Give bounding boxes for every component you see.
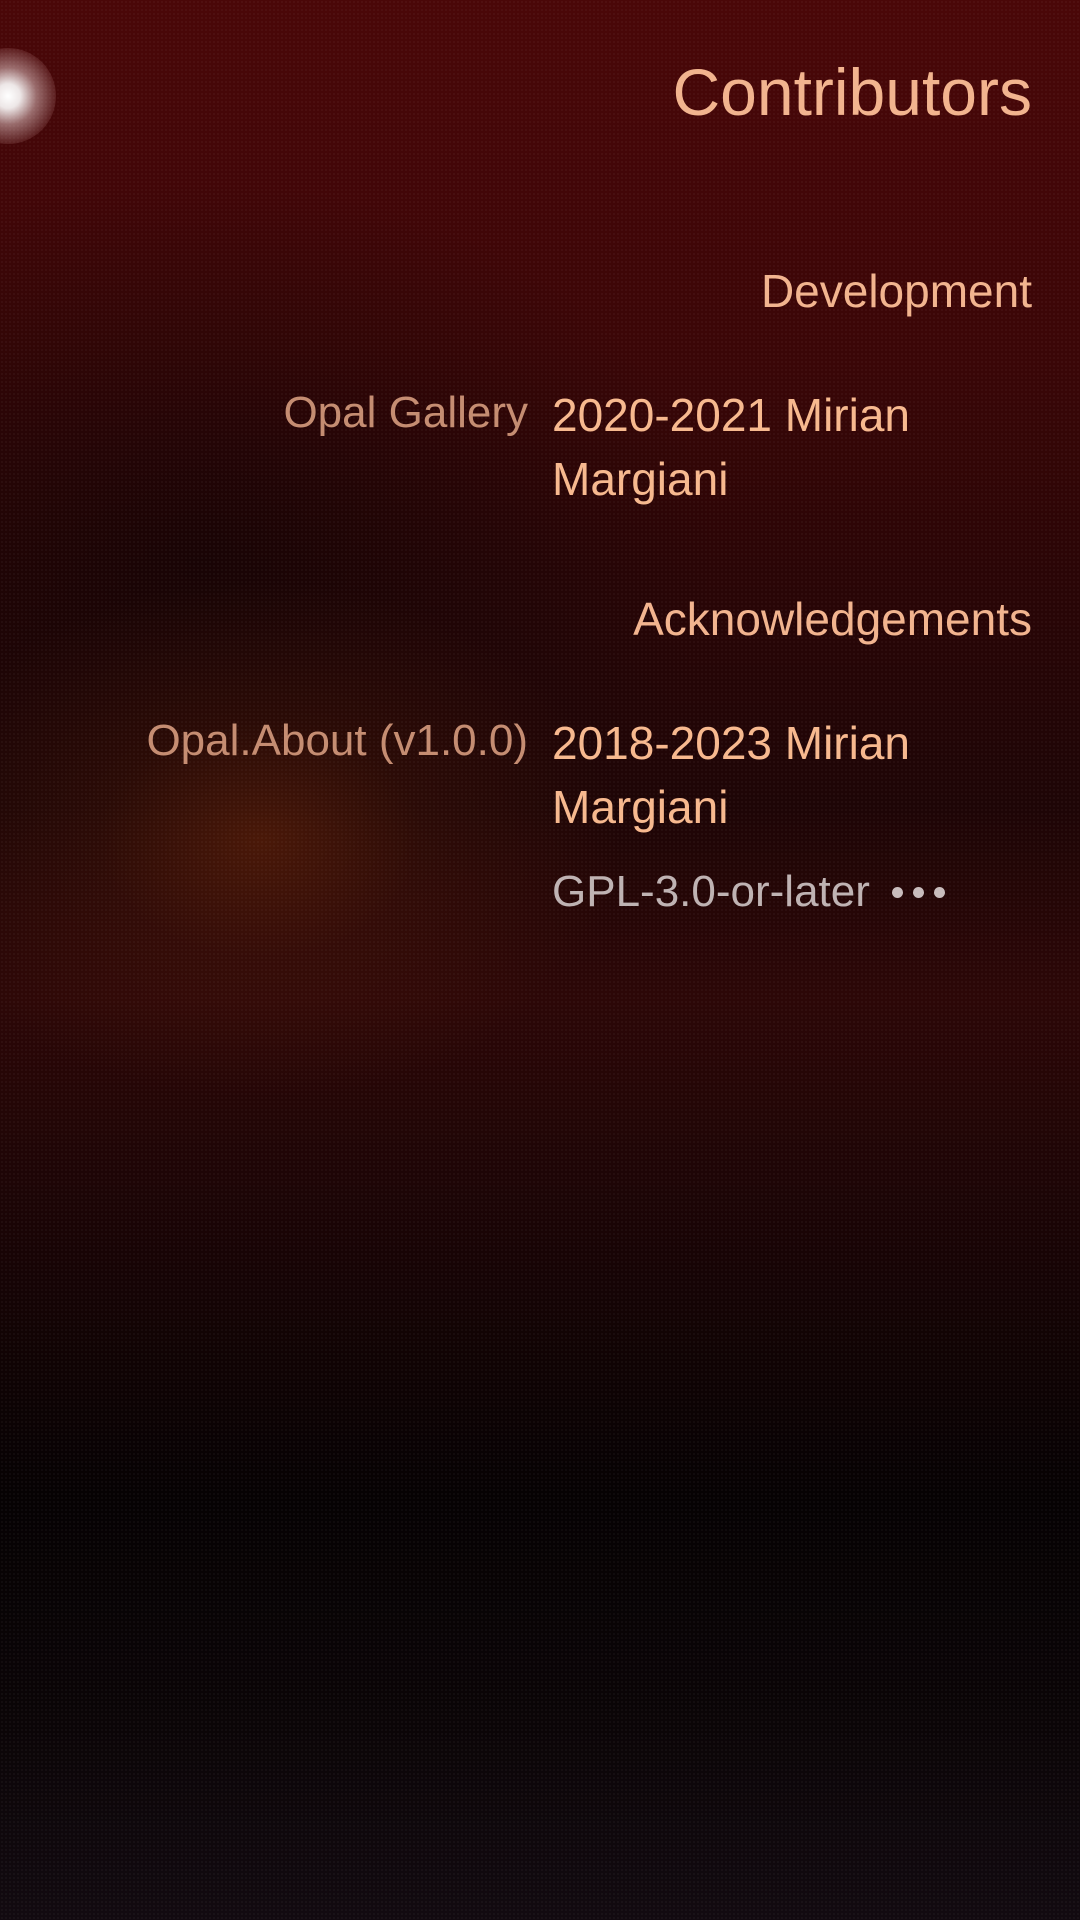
page-title: Contributors [672,55,1033,129]
contributor-value-opal-about: 2018-2023 Mirian Margiani [552,717,911,833]
contributor-value-opal-gallery: 2020-2021 Mirian Margiani [552,389,911,505]
contributor-label-opal-gallery: Opal Gallery [283,388,528,437]
license-text: GPL-3.0-or-later [552,867,870,916]
section-header-development: Development [760,265,1032,317]
pulley-menu-glow-indicator [0,48,56,144]
more-dots-icon[interactable] [891,886,945,898]
section-header-acknowledgements: Acknowledgements [633,593,1032,645]
contributor-label-opal-about: Opal.About (v1.0.0) [146,716,528,765]
license-row[interactable]: GPL-3.0-or-later [552,862,945,922]
